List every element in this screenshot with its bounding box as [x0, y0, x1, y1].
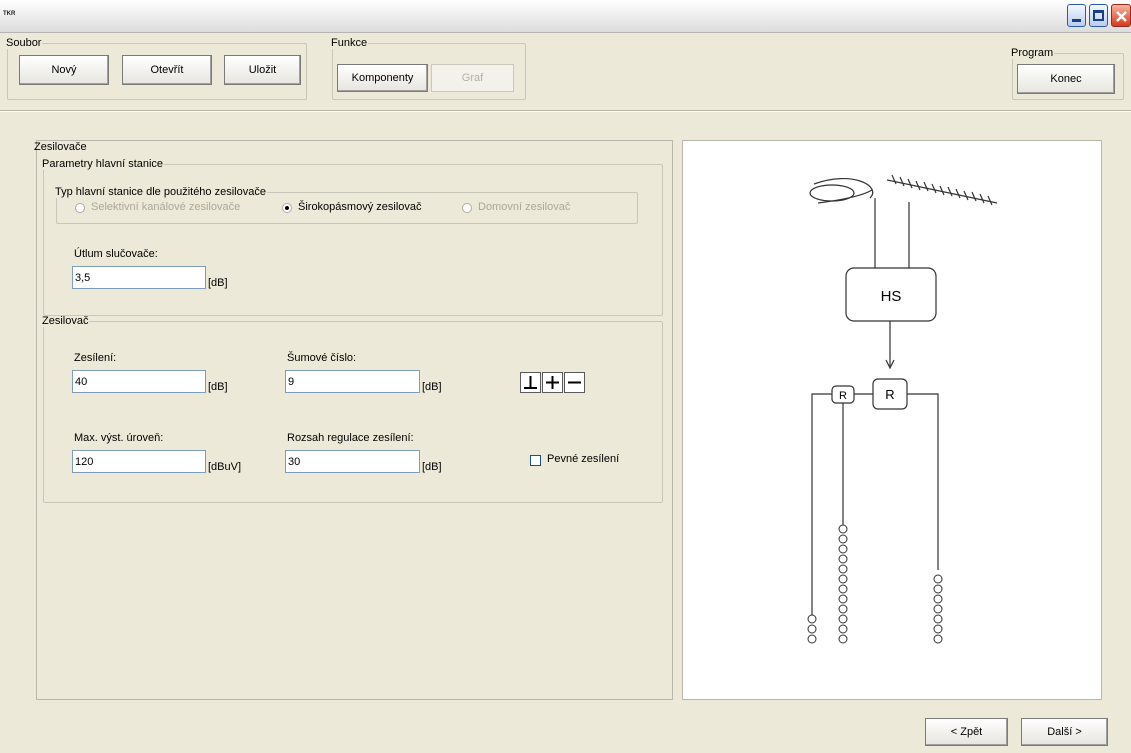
- max-out-label: Max. výst. úroveň:: [74, 432, 164, 444]
- gain-input[interactable]: [72, 370, 206, 393]
- next-button[interactable]: Další >: [1021, 718, 1108, 746]
- mast-hatch-icon: [886, 174, 998, 206]
- type-group-legend: Typ hlavní stanice dle použitého zesilov…: [55, 186, 266, 198]
- noise-unit: [dB]: [422, 381, 442, 393]
- fixed-gain-checkbox[interactable]: [530, 455, 541, 466]
- funkce-legend: Funkce: [331, 37, 368, 49]
- params-legend: Parametry hlavní stanice: [42, 158, 164, 170]
- graph-button[interactable]: Graf: [431, 64, 514, 92]
- hs-label: HS: [881, 288, 902, 305]
- radio-selective-label: Selektivní kanálové zesilovače: [91, 201, 241, 213]
- minimize-button[interactable]: [1067, 4, 1086, 27]
- r-label-main: R: [885, 387, 894, 402]
- radio-broadband[interactable]: [282, 203, 292, 213]
- max-out-unit: [dBuV]: [208, 461, 242, 473]
- maximize-button[interactable]: [1089, 4, 1108, 27]
- network-diagram: HS R R: [807, 174, 998, 644]
- components-button[interactable]: Komponenty: [337, 64, 428, 92]
- amp-group: Zesilovač: [42, 315, 663, 503]
- plus-icon: [546, 376, 559, 389]
- close-button[interactable]: [1111, 4, 1131, 27]
- r-label-small: R: [839, 390, 847, 402]
- program-legend: Program: [1011, 47, 1054, 59]
- close-icon: [1116, 11, 1127, 22]
- new-button[interactable]: Nový: [19, 55, 109, 85]
- radio-broadband-label: Širokopásmový zesilovač: [298, 201, 422, 213]
- zesilovace-legend: Zesilovače: [34, 141, 87, 153]
- title-bar: TKR: [0, 0, 1131, 33]
- range-input[interactable]: [285, 450, 420, 473]
- distribution-lines: [811, 393, 939, 615]
- radio-selective[interactable]: [75, 203, 85, 213]
- radio-home[interactable]: [462, 203, 472, 213]
- add-button[interactable]: [542, 372, 563, 393]
- soubor-legend: Soubor: [6, 37, 42, 49]
- end-button[interactable]: Konec: [1017, 64, 1115, 94]
- max-out-input[interactable]: [72, 450, 206, 473]
- maximize-icon: [1093, 10, 1104, 21]
- gain-label: Zesílení:: [74, 352, 117, 364]
- range-unit: [dB]: [422, 461, 442, 473]
- noise-label: Šumové číslo:: [287, 352, 357, 364]
- save-button[interactable]: Uložit: [224, 55, 301, 85]
- open-button[interactable]: Otevřít: [122, 55, 212, 85]
- remove-button[interactable]: [564, 372, 585, 393]
- dish-antenna-icon: [809, 177, 874, 204]
- back-button[interactable]: < Zpět: [925, 718, 1008, 746]
- params-group: Parametry hlavní stanice: [42, 158, 663, 316]
- gain-unit: [dB]: [208, 381, 228, 393]
- window-title: TKR: [3, 11, 16, 17]
- fixed-gain-label: Pevné zesílení: [547, 453, 620, 465]
- radio-home-label: Domovní zesilovač: [478, 201, 571, 213]
- toolbar-separator: [0, 110, 1131, 112]
- amp-legend: Zesilovač: [42, 315, 89, 327]
- utlum-label: Útlum slučovače:: [74, 248, 158, 260]
- ground-icon: [524, 376, 537, 389]
- range-label: Rozsah regulace zesílení:: [287, 432, 414, 444]
- minus-icon: [568, 381, 581, 384]
- noise-input[interactable]: [285, 370, 420, 393]
- outlets: [807, 524, 943, 644]
- utlum-input[interactable]: [72, 266, 206, 289]
- minimize-icon: [1072, 19, 1081, 22]
- utlum-unit: [dB]: [208, 277, 228, 289]
- ground-button[interactable]: [520, 372, 541, 393]
